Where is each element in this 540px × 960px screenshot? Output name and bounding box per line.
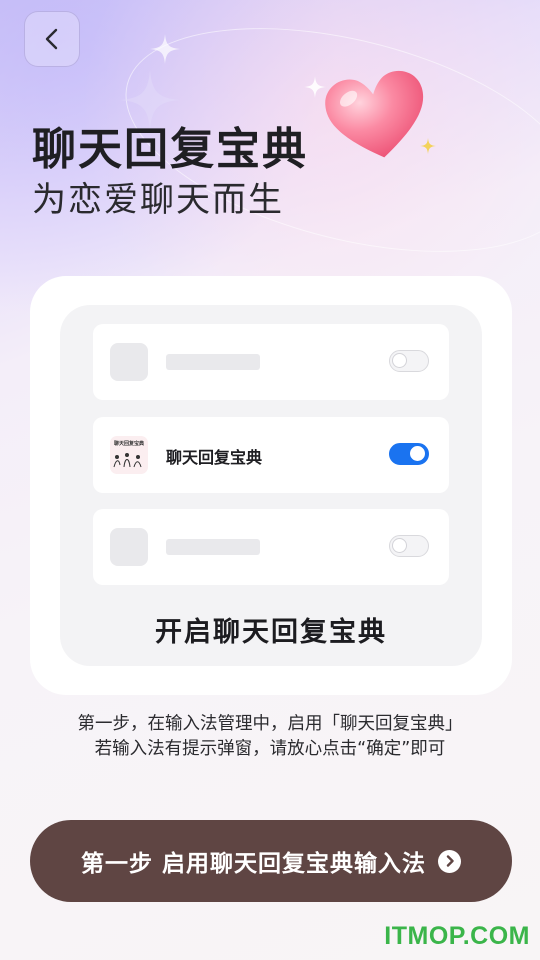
sparkle-icon	[150, 34, 180, 64]
app-icon-figures	[113, 453, 142, 468]
enable-input-method-button[interactable]: 第一步 启用聊天回复宝典输入法	[30, 820, 512, 902]
placeholder-icon	[110, 528, 148, 566]
enable-label: 开启聊天回复宝典	[155, 617, 387, 648]
heart-icon	[325, 70, 424, 158]
chevron-right-circle-icon	[438, 849, 461, 873]
chevron-left-icon	[45, 28, 58, 50]
app-name: 聊天回复宝典	[166, 448, 263, 467]
instruction-line-1: 第一步，在输入法管理中，启用「聊天回复宝典」	[77, 714, 463, 734]
toggle-switch-off[interactable]	[389, 350, 429, 372]
placeholder-label	[166, 539, 260, 555]
placeholder-label	[166, 354, 260, 370]
input-method-row-placeholder	[93, 324, 449, 400]
toggle-switch-on[interactable]	[389, 443, 429, 465]
page-title: 聊天回复宝典	[32, 124, 308, 175]
toggle-switch-off[interactable]	[389, 535, 429, 557]
cta-label: 第一步 启用聊天回复宝典输入法	[80, 851, 426, 877]
app-icon: 聊天回复宝典	[110, 436, 148, 474]
instruction-line-2: 若输入法有提示弹窗，请放心点击“确定”即可	[94, 739, 446, 759]
back-button[interactable]	[24, 11, 80, 67]
placeholder-icon	[110, 343, 148, 381]
input-method-row-placeholder	[93, 509, 449, 585]
page-subtitle: 为恋爱聊天而生	[32, 180, 284, 220]
input-method-row-app: 聊天回复宝典 聊天回复宝典	[93, 417, 449, 493]
watermark: ITMOP.COM	[384, 922, 530, 950]
app-icon-label: 聊天回复宝典	[113, 441, 144, 447]
